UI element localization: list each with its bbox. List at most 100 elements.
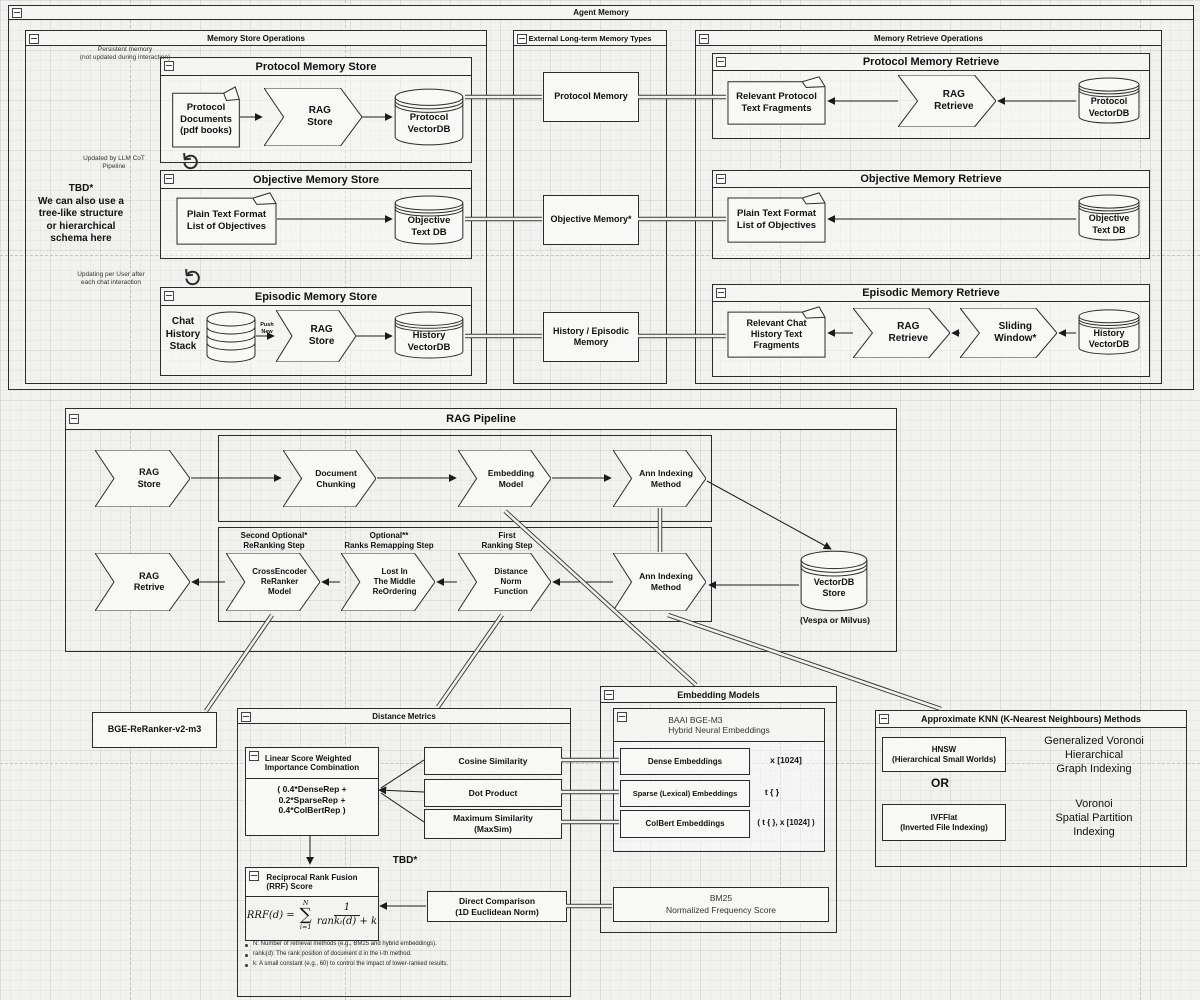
relevant-protocol-note[interactable]: Relevant Protocol Text Fragments — [727, 76, 826, 125]
episodic-memory-store-title: Episodic Memory Store — [161, 288, 471, 306]
objective-textdb-cylinder[interactable]: Objective Text DB — [1078, 194, 1140, 241]
rrf-score-title: Reciprocal Rank Fusion (RRF) Score — [246, 868, 378, 897]
collapse-icon[interactable] — [249, 751, 259, 761]
lost-in-the-middle-chevron[interactable]: Lost In The Middle ReOrdering — [341, 553, 435, 611]
collapse-icon[interactable] — [517, 34, 527, 44]
objectives-list-note[interactable]: Plain Text Format List of Objectives — [176, 192, 277, 245]
document-chunking-chevron[interactable]: Document Chunking — [283, 450, 376, 507]
dense-embeddings-box[interactable]: Dense Embeddings — [620, 748, 750, 775]
rrf-denominator: rankᵢ(d) + k — [317, 916, 377, 928]
collapse-icon[interactable] — [716, 57, 726, 67]
rrf-score-box[interactable]: Reciprocal Rank Fusion (RRF) Score RRF(d… — [245, 867, 379, 941]
annotation-persistent-memory: Persistent memory (not updated during in… — [40, 46, 210, 62]
dot-product-box[interactable]: Dot Product — [424, 779, 562, 807]
collapse-icon[interactable] — [604, 690, 614, 700]
cosine-similarity-box[interactable]: Cosine Similarity — [424, 747, 562, 775]
memory-retrieve-operations-title: Memory Retrieve Operations — [696, 31, 1161, 46]
protocol-memory-retrieve-title: Protocol Memory Retrieve — [713, 54, 1149, 71]
chat-history-stack-label: Chat History Stack — [161, 316, 205, 354]
protocol-memory-box[interactable]: Protocol Memory — [543, 72, 639, 122]
rrf-notes: N: Number of retrieval methods (e.g., BM… — [243, 941, 563, 971]
tbd-annotation: TBD* We can also use a tree-like structu… — [8, 183, 154, 246]
collapse-icon[interactable] — [69, 414, 79, 424]
collapse-icon[interactable] — [699, 34, 709, 44]
linear-score-body: ( 0.4*DenseRep + 0.2*SparseRep + 0.4*Col… — [246, 784, 378, 816]
memory-store-operations-title: Memory Store Operations — [26, 31, 486, 46]
vectordb-store-cylinder[interactable]: VectorDB Store — [800, 550, 868, 612]
history-vectordb-cylinder[interactable]: History VectorDB — [394, 311, 464, 359]
rag-store-chevron[interactable]: RAG Store — [264, 88, 362, 146]
episodic-memory-retrieve-title: Episodic Memory Retrieve — [713, 285, 1149, 302]
collapse-icon[interactable] — [12, 8, 22, 18]
collapse-icon[interactable] — [249, 871, 259, 881]
ivfflat-box[interactable]: IVFFlat (Inverted File Indexing) — [882, 804, 1006, 841]
hnsw-description: Generalized Voronoi Hierarchical Graph I… — [1008, 735, 1180, 776]
rag-store-chevron[interactable]: RAG Store — [276, 310, 356, 362]
annotation-updated-by-llm: Updated by LLM CoT Pipeline — [58, 155, 170, 171]
diagram-canvas[interactable]: Agent Memory Memory Store Operations Per… — [0, 0, 1200, 1000]
ann-indexing-method-chevron[interactable]: Ann Indexing Method — [613, 450, 706, 507]
crossencoder-reranker-chevron[interactable]: CrossEncoder ReRanker Model — [226, 553, 320, 611]
rag-retrive-chevron[interactable]: RAG Retrive — [95, 553, 190, 611]
collapse-icon[interactable] — [164, 291, 174, 301]
rag-store-chevron[interactable]: RAG Store — [95, 450, 190, 507]
collapse-icon[interactable] — [879, 714, 889, 724]
bge-reranker-box[interactable]: BGE-ReRanker-v2-m3 — [92, 712, 217, 748]
linear-score-box[interactable]: Linear Score Weighted Importance Combina… — [245, 747, 379, 836]
history-vectordb-cylinder[interactable]: History VectorDB — [1078, 309, 1140, 355]
objective-memory-retrieve-title: Objective Memory Retrieve — [713, 171, 1149, 188]
second-reranking-step-label: Second Optional* ReRanking Step — [224, 531, 324, 551]
sliding-window-chevron[interactable]: Sliding Window* — [960, 308, 1057, 358]
rag-retrieve-chevron[interactable]: RAG Retrieve — [853, 308, 950, 358]
collapse-icon[interactable] — [29, 34, 39, 44]
tbd-label: TBD* — [382, 855, 428, 868]
history-episodic-memory-box[interactable]: History / Episodic Memory — [543, 312, 639, 362]
ann-indexing-method-chevron[interactable]: Ann Indexing Method — [613, 553, 706, 611]
objective-textdb-cylinder[interactable]: Objective Text DB — [394, 195, 464, 245]
memory-types-title: External Long-term Memory Types — [514, 31, 666, 46]
embedding-model-chevron[interactable]: Embedding Model — [458, 450, 551, 507]
distance-norm-function-chevron[interactable]: Distance Norm Function — [458, 553, 551, 611]
collapse-icon[interactable] — [241, 712, 251, 722]
ivfflat-description: Voronoi Spatial Partition Indexing — [1008, 798, 1180, 839]
sparse-type-label: t { } — [752, 787, 792, 798]
or-label: OR — [915, 776, 965, 791]
rrf-note: k: A small constant (e.g., 60) to contro… — [243, 961, 563, 967]
protocol-vectordb-cylinder[interactable]: Protocol VectorDB — [394, 88, 464, 146]
collapse-icon[interactable] — [164, 174, 174, 184]
knn-methods-title: Approximate KNN (K-Nearest Neighbours) M… — [876, 711, 1186, 728]
collapse-icon[interactable] — [617, 712, 627, 722]
relevant-chat-history-note[interactable]: Relevant Chat History Text Fragments — [727, 306, 826, 358]
maximum-similarity-box[interactable]: Maximum Similarity (MaxSim) — [424, 809, 562, 839]
linear-score-title: Linear Score Weighted Importance Combina… — [246, 748, 378, 779]
hnsw-box[interactable]: HNSW (Hierarchical Small Worlds) — [882, 737, 1006, 772]
rrf-numerator: 1 — [334, 902, 360, 916]
objective-memory-box[interactable]: Objective Memory* — [543, 195, 639, 245]
chat-history-stack-icon[interactable] — [206, 311, 256, 363]
embedding-models-title: Embedding Models — [601, 687, 836, 703]
bm25-box[interactable]: BM25 Normalized Frequency Score — [613, 887, 829, 922]
dense-type-label: x [1024] — [752, 755, 820, 766]
rrf-sum-bottom: i=1 — [300, 924, 312, 931]
refresh-icon: ⟳ — [170, 150, 206, 174]
rrf-note: N: Number of retrieval methods (e.g., BM… — [243, 941, 563, 947]
sparse-embeddings-box[interactable]: Sparse (Lexical) Embeddings — [620, 780, 750, 807]
annotation-updating-per-user: Updating per User after each chat intera… — [52, 271, 170, 287]
rrf-note: rankᵢ(d): The rank position of document … — [243, 951, 563, 957]
rag-pipeline-title: RAG Pipeline — [66, 409, 896, 430]
colbert-embeddings-box[interactable]: ColBert Embeddings — [620, 810, 750, 838]
objective-memory-store-title: Objective Memory Store — [161, 171, 471, 189]
distance-metrics-title: Distance Metrics — [238, 709, 570, 724]
rrf-formula: RRF(d) = N∑i=1 1rankᵢ(d) + k — [246, 900, 378, 930]
rag-retrieve-chevron[interactable]: RAG Retrieve — [898, 75, 996, 127]
direct-comparison-box[interactable]: Direct Comparison (1D Euclidean Norm) — [427, 891, 567, 922]
colbert-type-label: ( t { }, x [1024] ) — [748, 818, 824, 828]
collapse-icon[interactable] — [716, 174, 726, 184]
collapse-icon[interactable] — [164, 61, 174, 71]
objectives-list-note[interactable]: Plain Text Format List of Objectives — [727, 192, 826, 243]
protocol-documents-note[interactable]: Protocol Documents (pdf books) — [172, 86, 240, 148]
collapse-icon[interactable] — [716, 288, 726, 298]
ranks-remapping-step-label: Optional** Ranks Remapping Step — [330, 531, 448, 551]
vectordb-store-sublabel: (Vespa or Milvus) — [780, 615, 890, 626]
protocol-vectordb-cylinder[interactable]: Protocol VectorDB — [1078, 77, 1140, 124]
